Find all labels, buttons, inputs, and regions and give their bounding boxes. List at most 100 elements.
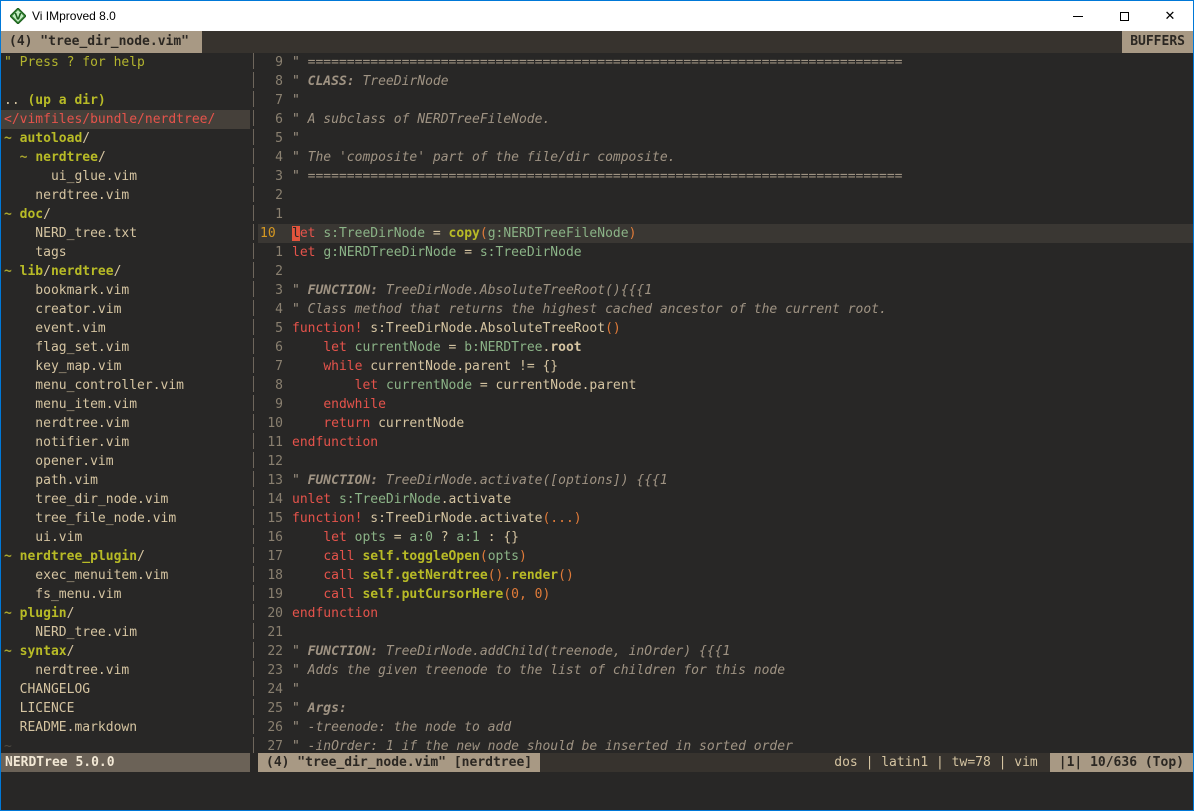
- code-line[interactable]: 22" FUNCTION: TreeDirNode.addChild(treen…: [258, 642, 1193, 661]
- code-line[interactable]: 26" -treenode: the node to add: [258, 718, 1193, 737]
- code-line[interactable]: 1: [258, 205, 1193, 224]
- tree-item[interactable]: ui.vim: [4, 528, 250, 547]
- code-line[interactable]: 1let g:NERDTreeDirNode = s:TreeDirNode: [258, 243, 1193, 262]
- tree-item[interactable]: menu_controller.vim: [4, 376, 250, 395]
- code-line[interactable]: 15function! s:TreeDirNode.activate(...): [258, 509, 1193, 528]
- tree-item[interactable]: " Press ? for help: [4, 53, 250, 72]
- token-cmt: ": [292, 682, 300, 697]
- code-text: let g:NERDTreeDirNode = s:TreeDirNode: [292, 243, 1193, 262]
- code-line[interactable]: 2: [258, 262, 1193, 281]
- code-line[interactable]: 5function! s:TreeDirNode.AbsoluteTreeRoo…: [258, 319, 1193, 338]
- tree-item[interactable]: ~ lib/nerdtree/: [4, 262, 250, 281]
- code-line[interactable]: 19 call self.putCursorHere(0, 0): [258, 585, 1193, 604]
- tree-item[interactable]: path.vim: [4, 471, 250, 490]
- code-line[interactable]: 9" =====================================…: [258, 53, 1193, 72]
- tree-item[interactable]: opener.vim: [4, 452, 250, 471]
- code-line[interactable]: 14unlet s:TreeDirNode.activate: [258, 490, 1193, 509]
- tree-item[interactable]: nerdtree.vim: [4, 414, 250, 433]
- tree-item[interactable]: README.markdown: [4, 718, 250, 737]
- token-kw: endwhile: [323, 397, 386, 412]
- code-line[interactable]: 6" A subclass of NERDTreeFileNode.: [258, 110, 1193, 129]
- tree-item[interactable]: menu_item.vim: [4, 395, 250, 414]
- code-line[interactable]: 18 call self.getNerdtree().render(): [258, 566, 1193, 585]
- code-line[interactable]: 6 let currentNode = b:NERDTree.root: [258, 338, 1193, 357]
- tree-item[interactable]: CHANGELOG: [4, 680, 250, 699]
- token-par: (: [503, 587, 511, 602]
- code-text: let currentNode = currentNode.parent: [292, 376, 1193, 395]
- tree-item[interactable]: NERD_tree.vim: [4, 623, 250, 642]
- code-line[interactable]: 11endfunction: [258, 433, 1193, 452]
- token-file: key_map.vim: [4, 359, 121, 374]
- code-line[interactable]: 13" FUNCTION: TreeDirNode.activate([opti…: [258, 471, 1193, 490]
- tree-item[interactable]: ~ syntax/: [4, 642, 250, 661]
- token-fn: self.putCursorHere: [362, 587, 503, 602]
- tree-item[interactable]: bookmark.vim: [4, 281, 250, 300]
- tree-item[interactable]: creator.vim: [4, 300, 250, 319]
- line-number: 11: [258, 433, 292, 452]
- tree-item[interactable]: ui_glue.vim: [4, 167, 250, 186]
- tree-item[interactable]: .. (up a dir): [4, 91, 250, 110]
- tree-item[interactable]: ~ nerdtree_plugin/: [4, 547, 250, 566]
- tree-item[interactable]: ~ plugin/: [4, 604, 250, 623]
- code-line[interactable]: 12: [258, 452, 1193, 471]
- code-line[interactable]: 9 endwhile: [258, 395, 1193, 414]
- token-file: /: [43, 207, 51, 222]
- code-line[interactable]: 8" CLASS: TreeDirNode: [258, 72, 1193, 91]
- code-line[interactable]: 16 let opts = a:0 ? a:1 : {}: [258, 528, 1193, 547]
- tree-item[interactable]: ~ autoload/: [4, 129, 250, 148]
- code-line[interactable]: 4" The 'composite' part of the file/dir …: [258, 148, 1193, 167]
- tree-item[interactable]: exec_menuitem.vim: [4, 566, 250, 585]
- tree-item[interactable]: notifier.vim: [4, 433, 250, 452]
- tree-item[interactable]: fs_menu.vim: [4, 585, 250, 604]
- token-txt: =: [441, 340, 464, 355]
- code-line[interactable]: 25" Args:: [258, 699, 1193, 718]
- code-line[interactable]: 20endfunction: [258, 604, 1193, 623]
- code-line[interactable]: 8 let currentNode = currentNode.parent: [258, 376, 1193, 395]
- code-line[interactable]: 3" FUNCTION: TreeDirNode.AbsoluteTreeRoo…: [258, 281, 1193, 300]
- tree-item[interactable]: NERD_tree.txt: [4, 224, 250, 243]
- tree-item[interactable]: tree_file_node.vim: [4, 509, 250, 528]
- token-cmt: ": [292, 701, 308, 716]
- maximize-button[interactable]: [1101, 1, 1147, 31]
- tree-item[interactable]: key_map.vim: [4, 357, 250, 376]
- code-line[interactable]: 23" Adds the given treenode to the list …: [258, 661, 1193, 680]
- tab-tree-dir-node[interactable]: (4) "tree_dir_node.vim": [1, 31, 202, 53]
- tree-item[interactable]: ~ doc/: [4, 205, 250, 224]
- tree-item[interactable]: nerdtree.vim: [4, 186, 250, 205]
- code-line[interactable]: 21: [258, 623, 1193, 642]
- tree-item[interactable]: tree_dir_node.vim: [4, 490, 250, 509]
- code-line[interactable]: 24": [258, 680, 1193, 699]
- code-line[interactable]: 2: [258, 186, 1193, 205]
- tree-item[interactable]: event.vim: [4, 319, 250, 338]
- code-line[interactable]: 3" =====================================…: [258, 167, 1193, 186]
- tree-root-item[interactable]: </vimfiles/bundle/nerdtree/: [1, 110, 250, 129]
- tree-item[interactable]: tags: [4, 243, 250, 262]
- code-line[interactable]: 7": [258, 91, 1193, 110]
- token-par: ): [519, 549, 527, 564]
- tree-item[interactable]: LICENCE: [4, 699, 250, 718]
- close-button[interactable]: ✕: [1147, 1, 1193, 31]
- code-line[interactable]: 4" Class method that returns the highest…: [258, 300, 1193, 319]
- code-text: " ======================================…: [292, 53, 1193, 72]
- line-number: 10: [258, 414, 292, 433]
- code-line[interactable]: 10 return currentNode: [258, 414, 1193, 433]
- token-cmt: " ======================================…: [292, 169, 902, 184]
- minimize-button[interactable]: [1055, 1, 1101, 31]
- code-text: [292, 623, 1193, 642]
- code-line[interactable]: 7 while currentNode.parent != {}: [258, 357, 1193, 376]
- tree-item[interactable]: ~: [4, 737, 250, 753]
- command-line[interactable]: [1, 772, 1193, 810]
- tree-item[interactable]: flag_set.vim: [4, 338, 250, 357]
- token-file: NERD_tree.txt: [4, 226, 137, 241]
- window-split-separator[interactable]: [250, 53, 258, 753]
- token-file: exec_menuitem.vim: [4, 568, 168, 583]
- tree-item[interactable]: nerdtree.vim: [4, 661, 250, 680]
- tree-item[interactable]: ~ nerdtree/: [4, 148, 250, 167]
- token-txt: [292, 378, 355, 393]
- code-line[interactable]: 17 call self.toggleOpen(opts): [258, 547, 1193, 566]
- token-file: path.vim: [4, 473, 98, 488]
- code-line-current[interactable]: 10let s:TreeDirNode = copy(g:NERDTreeFil…: [258, 224, 1193, 243]
- code-line[interactable]: 5": [258, 129, 1193, 148]
- code-text: " Adds the given treenode to the list of…: [292, 661, 1193, 680]
- code-line[interactable]: 27" -inOrder: 1 if the new node should b…: [258, 737, 1193, 753]
